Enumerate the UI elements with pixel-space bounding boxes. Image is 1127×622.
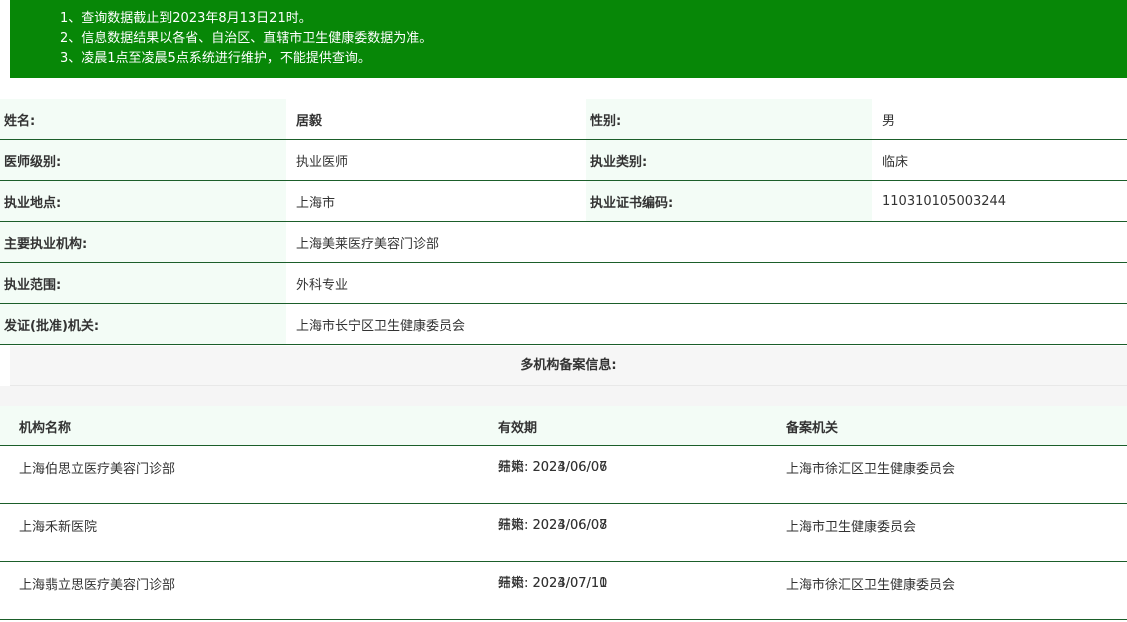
info-row-location: 执业地点: 上海市 执业证书编码: 110310105003244: [0, 180, 1127, 222]
info-row-level: 医师级别: 执业医师 执业类别: 临床: [0, 139, 1127, 181]
issuer-value: 上海市长宁区卫生健康委员会: [286, 303, 1127, 345]
institution-value: 上海美莱医疗美容门诊部: [286, 221, 1127, 263]
records-header: 机构名称 有效期 备案机关: [0, 406, 1127, 446]
section-gap: [0, 386, 1127, 406]
issuer-label: 发证(批准)机关:: [0, 303, 286, 345]
name-label: 姓名:: [0, 99, 286, 140]
scope-label: 执业范围:: [0, 262, 286, 304]
category-label: 执业类别:: [586, 139, 872, 181]
record-end: 结束: 2024/07/10: [498, 576, 608, 591]
record-end: 结束: 2024/06/06: [498, 460, 608, 475]
name-value: 居毅: [286, 99, 586, 140]
table-row: 上海翡立思医疗美容门诊部 开始: 2023/07/11 结束: 2024/07/…: [0, 562, 1127, 620]
category-value: 临床: [872, 139, 1127, 181]
record-authority: 上海市卫生健康委员会: [786, 520, 917, 535]
notice-banner: 1、查询数据截止到2023年8月13日21时。 2、信息数据结果以各省、自治区、…: [10, 0, 1127, 78]
table-row: 上海禾新医院 开始: 2023/06/08 结束: 2024/06/07 上海市…: [0, 504, 1127, 562]
notice-line-2: 2、信息数据结果以各省、自治区、直辖市卫生健康委数据为准。: [60, 31, 433, 46]
record-name: 上海禾新医院: [19, 520, 98, 535]
cert-label: 执业证书编码:: [586, 180, 872, 222]
gender-label: 性别:: [586, 99, 872, 140]
record-end: 结束: 2024/06/07: [498, 518, 608, 533]
header-institution-name: 机构名称: [19, 421, 72, 436]
notice-line-1: 1、查询数据截止到2023年8月13日21时。: [60, 11, 312, 26]
multi-institution-title: 多机构备案信息:: [10, 346, 1127, 386]
level-value: 执业医师: [286, 139, 586, 181]
info-row-issuer: 发证(批准)机关: 上海市长宁区卫生健康委员会: [0, 303, 1127, 345]
info-row-institution: 主要执业机构: 上海美莱医疗美容门诊部: [0, 221, 1127, 263]
scope-value: 外科专业: [286, 262, 1127, 304]
location-value: 上海市: [286, 180, 586, 222]
notice-line-3: 3、凌晨1点至凌晨5点系统进行维护，不能提供查询。: [60, 51, 371, 66]
table-row: 上海伯思立医疗美容门诊部 开始: 2023/06/07 结束: 2024/06/…: [0, 446, 1127, 504]
location-label: 执业地点:: [0, 180, 286, 222]
record-authority: 上海市徐汇区卫生健康委员会: [786, 462, 956, 477]
record-authority: 上海市徐汇区卫生健康委员会: [786, 578, 956, 593]
gender-value: 男: [872, 99, 1127, 140]
cert-value: 110310105003244: [872, 180, 1127, 222]
info-row-scope: 执业范围: 外科专业: [0, 262, 1127, 304]
header-authority: 备案机关: [786, 421, 839, 436]
level-label: 医师级别:: [0, 139, 286, 181]
doctor-info-table: 姓名: 居毅 性别: 男 医师级别: 执业医师 执业类别: 临床 执业地点: 上…: [0, 99, 1127, 345]
info-row-name: 姓名: 居毅 性别: 男: [0, 99, 1127, 140]
header-validity: 有效期: [498, 421, 538, 436]
record-name: 上海翡立思医疗美容门诊部: [19, 578, 176, 593]
institution-label: 主要执业机构:: [0, 221, 286, 263]
record-name: 上海伯思立医疗美容门诊部: [19, 462, 176, 477]
